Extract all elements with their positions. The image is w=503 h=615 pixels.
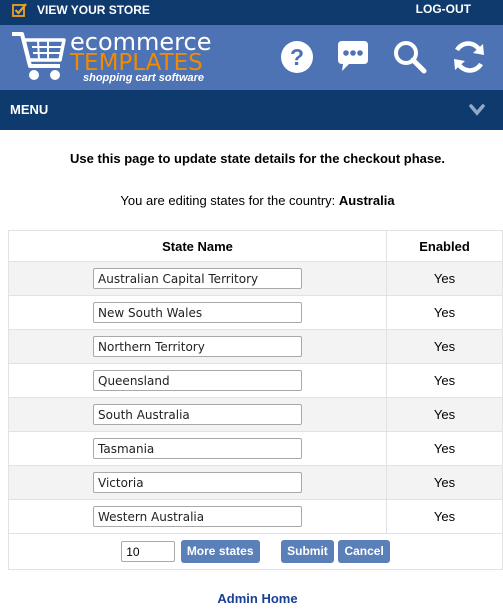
top-bar: VIEW YOUR STORE LOG-OUT	[0, 0, 503, 25]
states-count-input[interactable]	[121, 541, 176, 562]
state-name-input[interactable]	[93, 302, 302, 323]
refresh-icon[interactable]	[450, 38, 488, 76]
logout-link[interactable]: LOG-OUT	[416, 2, 471, 16]
enabled-cell: Yes	[386, 363, 503, 398]
table-row: Yes	[8, 431, 503, 466]
state-name-input[interactable]	[93, 370, 302, 391]
state-name-input[interactable]	[93, 336, 302, 357]
enabled-cell: Yes	[386, 465, 503, 500]
submit-button[interactable]: Submit	[281, 540, 334, 563]
shopping-cart-icon	[12, 32, 66, 80]
admin-home-link[interactable]: Admin Home	[0, 591, 503, 606]
state-name-cell	[8, 499, 387, 534]
country-name: Australia	[338, 193, 395, 208]
enabled-cell: Yes	[386, 261, 503, 296]
enabled-cell: Yes	[386, 295, 503, 330]
page-instructions: Use this page to update state details fo…	[70, 151, 445, 166]
state-name-input[interactable]	[93, 506, 302, 527]
enabled-cell: Yes	[386, 499, 503, 534]
site-header: ecommerce TEMPLATES shopping cart softwa…	[0, 25, 503, 90]
table-row: Yes	[8, 499, 503, 534]
enabled-cell: Yes	[386, 397, 503, 432]
enabled-cell: Yes	[386, 329, 503, 364]
more-states-button[interactable]: More states	[180, 540, 260, 563]
state-name-cell	[8, 465, 387, 500]
help-icon[interactable]: ?	[278, 38, 316, 76]
checkbox-edit-icon	[12, 3, 27, 17]
table-header-row: State Name Enabled	[8, 230, 503, 262]
enabled-cell: Yes	[386, 431, 503, 466]
states-table: State Name Enabled Yes Yes Yes Yes Yes Y…	[8, 230, 503, 570]
logo-tagline: shopping cart software	[83, 72, 205, 84]
table-row: Yes	[8, 465, 503, 500]
footer-controls: More states Submit Cancel	[8, 533, 503, 570]
table-row: Yes	[8, 295, 503, 330]
state-name-cell	[8, 431, 387, 466]
state-name-cell	[8, 261, 387, 296]
menu-label: MENU	[10, 102, 49, 117]
state-name-input[interactable]	[93, 472, 302, 493]
view-store-label: VIEW YOUR STORE	[37, 2, 150, 17]
chat-icon[interactable]	[334, 38, 372, 76]
table-row: Yes	[8, 329, 503, 364]
menu-bar[interactable]: MENU	[0, 90, 503, 130]
state-name-cell	[8, 295, 387, 330]
column-header-state-name: State Name	[8, 230, 387, 262]
table-row: Yes	[8, 363, 503, 398]
table-row: Yes	[8, 397, 503, 432]
chevron-down-icon[interactable]	[469, 103, 485, 117]
search-icon[interactable]	[390, 38, 428, 76]
table-footer-row: More states Submit Cancel	[8, 533, 503, 570]
svg-text:?: ?	[290, 44, 304, 70]
state-name-cell	[8, 363, 387, 398]
country-prefix: You are editing states for the country:	[120, 193, 339, 208]
state-name-cell	[8, 329, 387, 364]
view-store-link[interactable]: VIEW YOUR STORE	[12, 2, 150, 17]
state-name-input[interactable]	[93, 268, 302, 289]
table-row: Yes	[8, 261, 503, 296]
cancel-button[interactable]: Cancel	[338, 540, 390, 563]
column-header-enabled: Enabled	[386, 230, 503, 262]
state-name-cell	[8, 397, 387, 432]
logo[interactable]: ecommerce TEMPLATES shopping cart softwa…	[10, 28, 220, 86]
state-name-input[interactable]	[93, 438, 302, 459]
country-line: You are editing states for the country: …	[0, 193, 503, 208]
state-name-input[interactable]	[93, 404, 302, 425]
